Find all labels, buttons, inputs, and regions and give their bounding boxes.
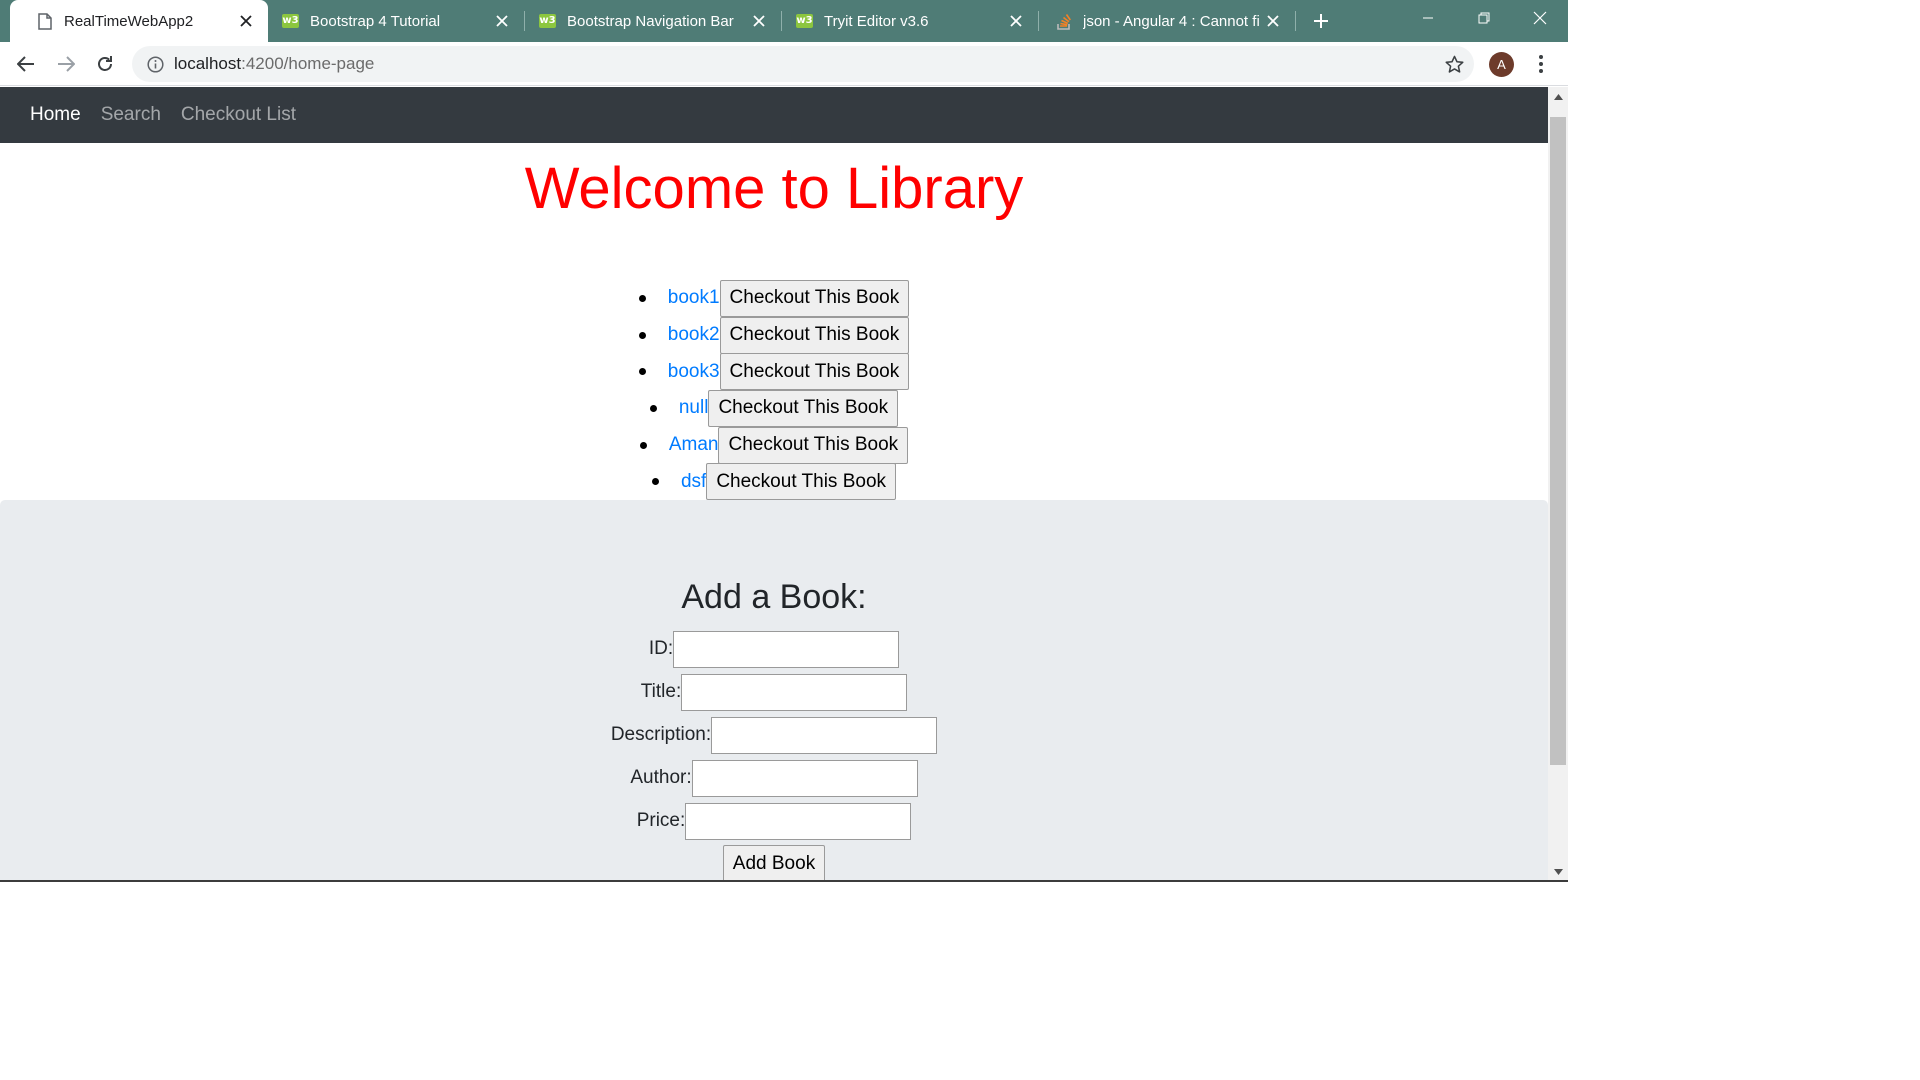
close-icon[interactable]	[1263, 11, 1283, 31]
tab-bootstrap-4-tutorial[interactable]: w3 Bootstrap 4 Tutorial	[268, 0, 524, 42]
list-bullet	[649, 404, 657, 412]
list-bullet	[651, 478, 659, 486]
bookmark-star-icon[interactable]	[1444, 54, 1464, 74]
nav-link-search[interactable]: Search	[91, 104, 171, 126]
tab-strip: RealTimeWebApp2 w3 Bootstrap 4 Tutorial …	[0, 0, 1568, 42]
form-row-description: Description:	[0, 716, 1548, 754]
book-link[interactable]: Aman	[669, 434, 719, 456]
description-label: Description:	[610, 724, 712, 745]
url-path: :4200/home-page	[241, 54, 375, 73]
list-bullet	[639, 441, 647, 449]
add-book-button[interactable]: Add Book	[722, 845, 826, 882]
stackoverflow-icon	[1055, 13, 1072, 30]
book-list-item: Aman Checkout This Book	[0, 426, 1548, 464]
page-viewport: Home Search Checkout List Welcome to Lib…	[0, 87, 1548, 882]
tab-title: json - Angular 4 : Cannot fi	[1083, 12, 1260, 30]
book-list-item: dsf Checkout This Book	[0, 463, 1548, 501]
book-link[interactable]: book2	[668, 324, 720, 346]
list-bullet	[638, 368, 646, 376]
nav-link-home[interactable]: Home	[20, 104, 91, 126]
page-scrollbar[interactable]	[1548, 87, 1568, 882]
price-field[interactable]	[685, 802, 912, 840]
app-navbar: Home Search Checkout List	[0, 87, 1548, 143]
scrollbar-thumb[interactable]	[1550, 117, 1566, 765]
book-list-item: null Checkout This Book	[0, 389, 1548, 427]
new-tab-plus-icon[interactable]	[1308, 8, 1334, 34]
description-field[interactable]	[711, 716, 938, 754]
price-label: Price:	[636, 810, 686, 831]
book-link[interactable]: dsf	[681, 471, 706, 493]
close-icon[interactable]	[236, 11, 256, 31]
window-close-icon[interactable]	[1512, 0, 1568, 36]
back-arrow-icon[interactable]	[10, 48, 42, 80]
reload-icon[interactable]	[89, 48, 121, 80]
list-bullet	[638, 294, 646, 302]
tab-title: Bootstrap 4 Tutorial	[310, 12, 441, 30]
form-row-submit: Add Book	[0, 845, 1548, 882]
w3schools-icon: w3	[539, 14, 556, 28]
tab-title: RealTimeWebApp2	[64, 12, 194, 30]
close-icon[interactable]	[492, 11, 512, 31]
window-bottom-edge	[0, 880, 1568, 882]
book-link[interactable]: book1	[668, 287, 720, 309]
form-row-author: Author:	[0, 759, 1548, 797]
book-link[interactable]: null	[679, 397, 709, 419]
checkout-book-button[interactable]: Checkout This Book	[718, 426, 909, 464]
address-bar[interactable]: localhost:4200/home-page	[132, 46, 1474, 82]
page-icon	[36, 12, 53, 30]
browser-toolbar: localhost:4200/home-page A	[0, 42, 1568, 86]
checkout-book-button[interactable]: Checkout This Book	[719, 353, 910, 391]
book-list-item: book3 Checkout This Book	[0, 353, 1548, 391]
checkout-book-button[interactable]: Checkout This Book	[708, 389, 899, 427]
list-bullet	[638, 331, 646, 339]
id-field[interactable]	[673, 630, 900, 668]
form-row-id: ID:	[0, 630, 1548, 668]
url-text: localhost:4200/home-page	[174, 54, 374, 74]
tab-separator	[1295, 11, 1296, 31]
close-icon[interactable]	[1006, 11, 1026, 31]
checkout-book-button[interactable]: Checkout This Book	[719, 279, 910, 317]
checkout-book-button[interactable]: Checkout This Book	[719, 316, 910, 354]
title-label: Title:	[640, 681, 682, 702]
form-row-price: Price:	[0, 802, 1548, 840]
book-list: book1 Checkout This Book book2 Checkout …	[0, 279, 1548, 501]
url-host: localhost	[174, 54, 242, 73]
id-label: ID:	[648, 638, 674, 659]
more-menu-icon[interactable]	[1530, 52, 1552, 76]
profile-avatar[interactable]: A	[1489, 52, 1514, 77]
book-list-item: book1 Checkout This Book	[0, 279, 1548, 317]
author-label: Author:	[630, 767, 692, 788]
form-row-title: Title:	[0, 673, 1548, 711]
add-book-heading: Add a Book:	[681, 578, 867, 616]
title-field[interactable]	[681, 673, 908, 711]
forward-arrow-icon[interactable]	[50, 48, 82, 80]
w3schools-icon: w3	[796, 14, 813, 28]
scroll-down-arrow-icon[interactable]	[1548, 862, 1568, 882]
tab-title: Bootstrap Navigation Bar	[567, 12, 734, 30]
page-title: Welcome to Library	[524, 156, 1024, 221]
author-field[interactable]	[691, 759, 918, 797]
book-link[interactable]: book3	[668, 361, 720, 383]
add-book-section: Add a Book: ID: Title: Description: Auth…	[0, 500, 1548, 882]
checkout-book-button[interactable]: Checkout This Book	[706, 463, 897, 501]
book-list-item: book2 Checkout This Book	[0, 316, 1548, 354]
tab-bootstrap-navigation-bar[interactable]: w3 Bootstrap Navigation Bar	[525, 0, 781, 42]
close-icon[interactable]	[749, 11, 769, 31]
minimize-icon[interactable]	[1400, 0, 1456, 36]
w3schools-icon: w3	[282, 14, 299, 28]
tab-realtimewebapp2[interactable]: RealTimeWebApp2	[10, 0, 268, 42]
nav-link-checkout-list[interactable]: Checkout List	[171, 104, 306, 126]
tab-title: Tryit Editor v3.6	[824, 12, 929, 30]
restore-icon[interactable]	[1456, 0, 1512, 36]
tab-json-angular[interactable]: json - Angular 4 : Cannot fi	[1039, 0, 1295, 42]
info-icon[interactable]	[146, 55, 164, 73]
scroll-up-arrow-icon[interactable]	[1548, 87, 1568, 107]
tab-tryit-editor[interactable]: w3 Tryit Editor v3.6	[782, 0, 1038, 42]
